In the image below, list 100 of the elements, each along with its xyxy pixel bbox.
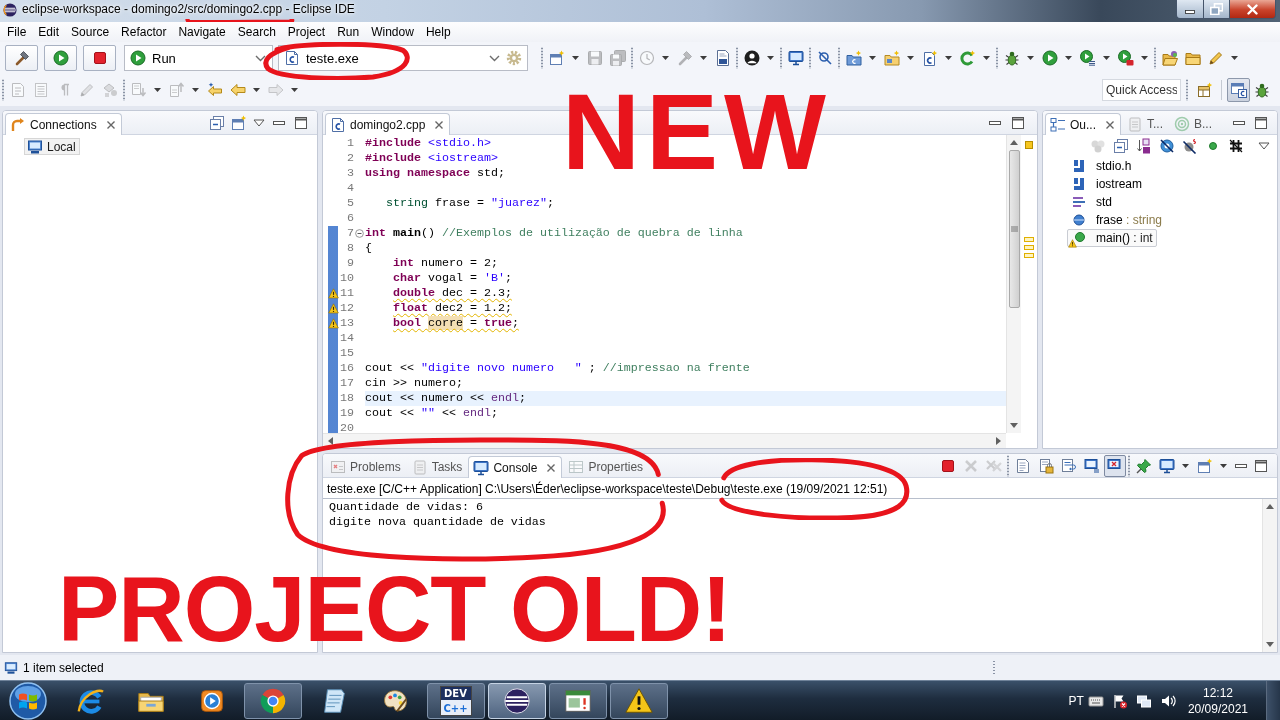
perspective-button[interactable] bbox=[1227, 78, 1250, 102]
new-window-icon[interactable] bbox=[1196, 457, 1213, 474]
clock[interactable]: 12:12 20/09/2021 bbox=[1187, 684, 1248, 717]
word-wrap-icon[interactable] bbox=[1060, 457, 1077, 474]
outline-item[interactable]: std bbox=[1067, 193, 1116, 211]
network-icon[interactable] bbox=[1135, 692, 1152, 709]
lock-icon[interactable] bbox=[1037, 457, 1054, 474]
tab[interactable]: Console bbox=[468, 456, 563, 478]
pin-icon[interactable] bbox=[1135, 457, 1152, 474]
stop-icon[interactable] bbox=[939, 457, 956, 474]
caret-icon[interactable] bbox=[192, 88, 199, 92]
caret-icon[interactable] bbox=[662, 56, 669, 60]
caret-icon[interactable] bbox=[983, 56, 990, 60]
tree-item[interactable]: Local bbox=[24, 138, 80, 155]
menu-item[interactable]: Source bbox=[65, 24, 116, 40]
caret-icon[interactable] bbox=[154, 88, 161, 92]
menu-item[interactable]: Refactor bbox=[115, 24, 173, 40]
vertical-scrollbar[interactable] bbox=[1006, 135, 1021, 433]
menu-item[interactable]: Run bbox=[331, 24, 366, 40]
new-folder-icon[interactable] bbox=[883, 50, 900, 66]
circular-arrow-icon[interactable] bbox=[959, 50, 976, 66]
menu-item[interactable]: File bbox=[1, 24, 33, 40]
launch-mode-dropdown[interactable]: Run bbox=[124, 45, 273, 71]
arrow-left-icon[interactable] bbox=[328, 437, 333, 445]
outline-item[interactable]: frase : string bbox=[1067, 211, 1167, 229]
tab[interactable]: domingo2.cpp bbox=[325, 113, 451, 135]
caret-icon[interactable] bbox=[767, 56, 774, 60]
caret-icon[interactable] bbox=[1220, 463, 1227, 468]
tab[interactable]: Problems bbox=[325, 456, 406, 477]
tab[interactable]: Tasks bbox=[406, 456, 468, 477]
collapse-icon[interactable] bbox=[209, 114, 225, 131]
new-project-icon[interactable] bbox=[845, 50, 862, 66]
maximize-icon[interactable] bbox=[1253, 114, 1269, 131]
caret-icon[interactable] bbox=[1182, 463, 1189, 468]
caret-icon[interactable] bbox=[253, 88, 260, 92]
new-file-icon[interactable] bbox=[921, 50, 938, 66]
caret-icon[interactable] bbox=[572, 56, 579, 60]
sort-icon[interactable] bbox=[1135, 138, 1152, 154]
start-button[interactable] bbox=[8, 680, 48, 720]
arrow-down-icon[interactable] bbox=[1266, 642, 1274, 647]
flag-icon[interactable] bbox=[1111, 692, 1128, 709]
close-icon[interactable] bbox=[1104, 118, 1116, 131]
caret-icon[interactable] bbox=[700, 56, 707, 60]
menu-item[interactable]: Edit bbox=[32, 24, 66, 40]
caret-icon[interactable] bbox=[945, 56, 952, 60]
taskbar-button[interactable] bbox=[548, 682, 607, 719]
menu-item[interactable]: Help bbox=[419, 24, 457, 40]
taskbar-button[interactable] bbox=[487, 682, 546, 719]
monitor-icon[interactable] bbox=[1158, 457, 1175, 474]
close-icon[interactable] bbox=[545, 461, 558, 474]
hide-static-icon[interactable] bbox=[1181, 138, 1198, 154]
arrow-down-icon[interactable] bbox=[1010, 423, 1018, 428]
close-icon[interactable] bbox=[104, 118, 117, 131]
vertical-scrollbar[interactable] bbox=[1262, 499, 1277, 652]
maximize-icon[interactable] bbox=[293, 114, 309, 131]
minimize-button[interactable] bbox=[1176, 0, 1203, 19]
new-window-icon[interactable] bbox=[548, 50, 565, 66]
taskbar-button[interactable] bbox=[609, 682, 668, 719]
maximize-icon[interactable] bbox=[1010, 114, 1026, 131]
play-list-icon[interactable] bbox=[1079, 50, 1096, 66]
back-icon[interactable] bbox=[229, 82, 246, 98]
monitor-lines-icon[interactable] bbox=[1083, 457, 1100, 474]
caret-icon[interactable] bbox=[1103, 56, 1110, 60]
outline-item[interactable]: stdio.h bbox=[1067, 157, 1136, 175]
play-icon[interactable] bbox=[1041, 50, 1058, 66]
outline-item[interactable]: iostream bbox=[1067, 175, 1146, 193]
bug-icon[interactable] bbox=[1003, 50, 1020, 66]
caret-icon[interactable] bbox=[1027, 56, 1034, 60]
pin-icon[interactable] bbox=[816, 50, 833, 66]
binary-file-icon[interactable] bbox=[714, 50, 731, 66]
caret-icon[interactable] bbox=[1231, 56, 1238, 60]
hash-icon[interactable] bbox=[1227, 138, 1244, 154]
caret-icon[interactable] bbox=[869, 56, 876, 60]
language-indicator[interactable]: PT bbox=[1068, 693, 1084, 708]
monitor-icon[interactable] bbox=[787, 50, 804, 66]
tab[interactable]: Ou... bbox=[1045, 113, 1121, 135]
launch-config-dropdown[interactable]: teste.exe bbox=[278, 45, 528, 71]
caret-icon[interactable] bbox=[291, 88, 298, 92]
outline-item[interactable]: main() : int bbox=[1067, 229, 1157, 247]
caret-icon[interactable] bbox=[907, 56, 914, 60]
stop-button[interactable] bbox=[83, 45, 116, 71]
tab[interactable]: T... bbox=[1122, 113, 1169, 134]
document-lines-icon[interactable] bbox=[1014, 457, 1031, 474]
view-menu-icon[interactable] bbox=[1258, 142, 1270, 150]
close-button[interactable] bbox=[1230, 0, 1276, 19]
collapse-toggle-icon[interactable] bbox=[355, 229, 364, 238]
run-button[interactable] bbox=[44, 45, 77, 71]
tab[interactable]: Connections bbox=[5, 113, 122, 135]
restore-button[interactable] bbox=[1203, 0, 1230, 19]
new-window-icon[interactable] bbox=[231, 114, 247, 131]
menu-item[interactable]: Search bbox=[231, 24, 282, 40]
star-arrow-icon[interactable] bbox=[206, 82, 223, 98]
tab[interactable]: Properties bbox=[563, 456, 649, 477]
maximize-icon[interactable] bbox=[1253, 457, 1269, 474]
menu-item[interactable]: Project bbox=[281, 24, 332, 40]
tab[interactable]: B... bbox=[1169, 113, 1218, 134]
caret-icon[interactable] bbox=[1141, 56, 1148, 60]
taskbar-button[interactable]: DEV C++ bbox=[426, 682, 485, 719]
menu-item[interactable]: Navigate bbox=[172, 24, 232, 40]
open-folder-icon[interactable] bbox=[1161, 50, 1178, 66]
